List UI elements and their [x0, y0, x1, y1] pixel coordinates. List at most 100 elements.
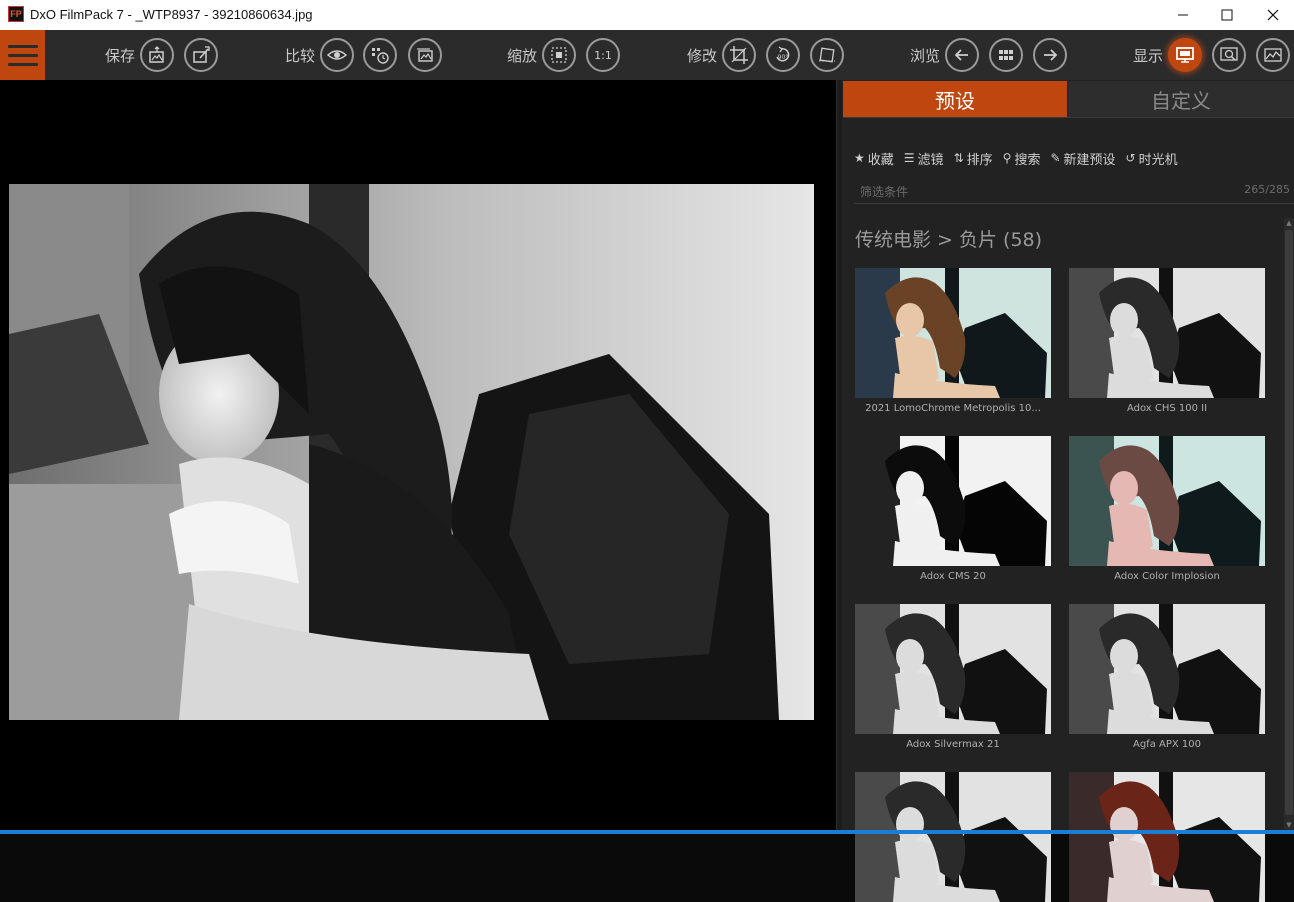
preset-thumbnail[interactable] — [855, 604, 1051, 734]
zoom-100-button[interactable]: 1:1 — [586, 38, 620, 72]
rotate-icon: 90° — [776, 46, 790, 62]
fit-to-screen-button[interactable] — [542, 38, 576, 72]
scroll-up-icon[interactable]: ▲ — [1284, 218, 1294, 228]
export-edit-button[interactable] — [184, 38, 218, 72]
grid-icon — [999, 50, 1013, 60]
preset-thumbnail[interactable] — [855, 436, 1051, 566]
filter-input[interactable]: 筛选条件 265/285 — [854, 178, 1294, 204]
preset-scrollbar[interactable]: ▲ ▼ — [1284, 218, 1294, 830]
search-action[interactable]: ⚲ 搜索 — [1003, 149, 1041, 168]
main-photo-image — [9, 184, 814, 720]
list-icon: ☰ — [903, 151, 915, 165]
time-machine-icon: ↺ — [1125, 151, 1136, 165]
rotate-90-button[interactable]: 90° — [766, 38, 800, 72]
next-image-button[interactable] — [1033, 38, 1067, 72]
close-icon — [1267, 9, 1279, 21]
crop-button[interactable] — [722, 38, 756, 72]
filter-placeholder: 筛选条件 — [860, 185, 909, 199]
crop-icon — [730, 46, 748, 64]
preset-thumbnail[interactable] — [1069, 436, 1265, 566]
time-machine-label: 时光机 — [1138, 152, 1178, 168]
taskbar-edge — [0, 830, 1294, 834]
preset-thumbnail[interactable] — [1069, 604, 1265, 734]
straighten-button[interactable] — [810, 38, 844, 72]
preset-preview-image — [855, 604, 1051, 734]
title-bar: FP DxO FilmPack 7 - _WTP8937 - 392108606… — [0, 0, 1294, 30]
filters-label: 滤镜 — [917, 152, 944, 168]
scroll-down-icon[interactable]: ▼ — [1284, 820, 1294, 830]
preset-thumbnail[interactable] — [1069, 268, 1265, 398]
maximize-button[interactable] — [1204, 0, 1250, 30]
eye-icon — [327, 50, 347, 60]
search-label: 搜索 — [1014, 152, 1041, 168]
preset-preview-image — [855, 268, 1051, 398]
tab-custom[interactable]: 自定义 — [1068, 81, 1294, 117]
straighten-icon — [819, 47, 835, 63]
image-viewer[interactable] — [0, 80, 838, 830]
display-group-label: 显示 — [1133, 47, 1164, 65]
scroll-thumb[interactable] — [1285, 230, 1293, 815]
preset-label: Adox Silvermax 21 — [906, 739, 1000, 750]
category-breadcrumb: 传统电影 > 负片 (58) — [855, 229, 1043, 251]
window-title: DxO FilmPack 7 - _WTP8937 - 39210860634.… — [30, 7, 313, 22]
preset-preview-image — [1069, 772, 1265, 902]
history-grid-icon — [372, 48, 389, 64]
menu-button[interactable] — [0, 30, 45, 80]
time-machine-action[interactable]: ↺ 时光机 — [1126, 149, 1178, 168]
preset-thumbnail[interactable] — [855, 268, 1051, 398]
main-photo — [9, 184, 814, 720]
preset-label: Agfa APX 100 — [1132, 739, 1201, 750]
preset-preview-image — [1069, 436, 1265, 566]
export-image-button[interactable] — [140, 38, 174, 72]
monitor-icon — [1176, 47, 1194, 63]
sort-action[interactable]: ⇅ 排序 — [954, 149, 993, 168]
preset-preview-image — [855, 436, 1051, 566]
star-icon: ★ — [854, 151, 865, 165]
minimize-icon — [1178, 14, 1188, 16]
arrow-right-icon — [1044, 49, 1058, 61]
loupe-icon — [1220, 47, 1238, 61]
tab-divider — [843, 117, 1294, 118]
minimize-button[interactable] — [1160, 0, 1206, 30]
edit-group-label: 修改 — [687, 47, 718, 65]
favorites-action[interactable]: ★ 收藏 — [854, 149, 894, 168]
sort-icon: ⇅ — [953, 151, 964, 165]
loupe-button[interactable] — [1212, 38, 1246, 72]
tab-presets[interactable]: 预设 — [843, 81, 1067, 117]
fullscreen-button[interactable] — [1168, 38, 1202, 72]
maximize-icon — [1221, 9, 1233, 21]
compare-view-button[interactable] — [320, 38, 354, 72]
sort-label: 排序 — [966, 152, 993, 168]
filters-action[interactable]: ☰ 滤镜 — [904, 149, 944, 168]
browse-group-label: 浏览 — [910, 47, 941, 65]
previous-image-button[interactable] — [945, 38, 979, 72]
preset-actions-bar: ★ 收藏 ☰ 滤镜 ⇅ 排序 ⚲ 搜索 ✎ 新建预设 ↺ 时光机 — [854, 149, 1178, 168]
histogram-icon — [1264, 48, 1282, 62]
zoom-group-label: 缩放 — [507, 47, 538, 65]
grid-view-button[interactable] — [989, 38, 1023, 72]
new-preset-action[interactable]: ✎ 新建预设 — [1050, 149, 1115, 168]
export-image-icon — [149, 46, 164, 63]
new-preset-icon: ✎ — [1050, 151, 1061, 165]
fit-screen-icon — [551, 47, 567, 63]
histogram-button[interactable] — [1256, 38, 1290, 72]
arrow-left-icon — [954, 49, 968, 61]
presets-panel: 预设 自定义 ★ 收藏 ☰ 滤镜 ⇅ 排序 ⚲ 搜索 ✎ 新建预设 ↺ 时光机 … — [842, 80, 1294, 902]
preset-label: 2021 LomoChrome Metropolis 10... — [865, 403, 1041, 414]
preset-preview-image — [855, 772, 1051, 902]
preset-preview-image — [1069, 268, 1265, 398]
new-preset-label: 新建预设 — [1063, 152, 1116, 168]
search-icon: ⚲ — [1002, 151, 1012, 165]
preset-thumbnail[interactable] — [1069, 772, 1265, 902]
compare-group-label: 比较 — [285, 47, 316, 65]
preset-label: Adox Color Implosion — [1114, 571, 1220, 582]
app-icon: FP — [8, 6, 24, 22]
preset-thumbnail[interactable] — [855, 772, 1051, 902]
preset-preview-image — [1069, 604, 1265, 734]
export-edit-icon — [193, 46, 210, 63]
main-toolbar: 保存 比较 缩放 1:1 修改 90° 浏览 显示 — [0, 30, 1294, 80]
close-button[interactable] — [1250, 0, 1294, 30]
compare-original-button[interactable] — [408, 38, 442, 72]
compare-history-button[interactable] — [363, 38, 397, 72]
favorites-label: 收藏 — [867, 152, 894, 168]
